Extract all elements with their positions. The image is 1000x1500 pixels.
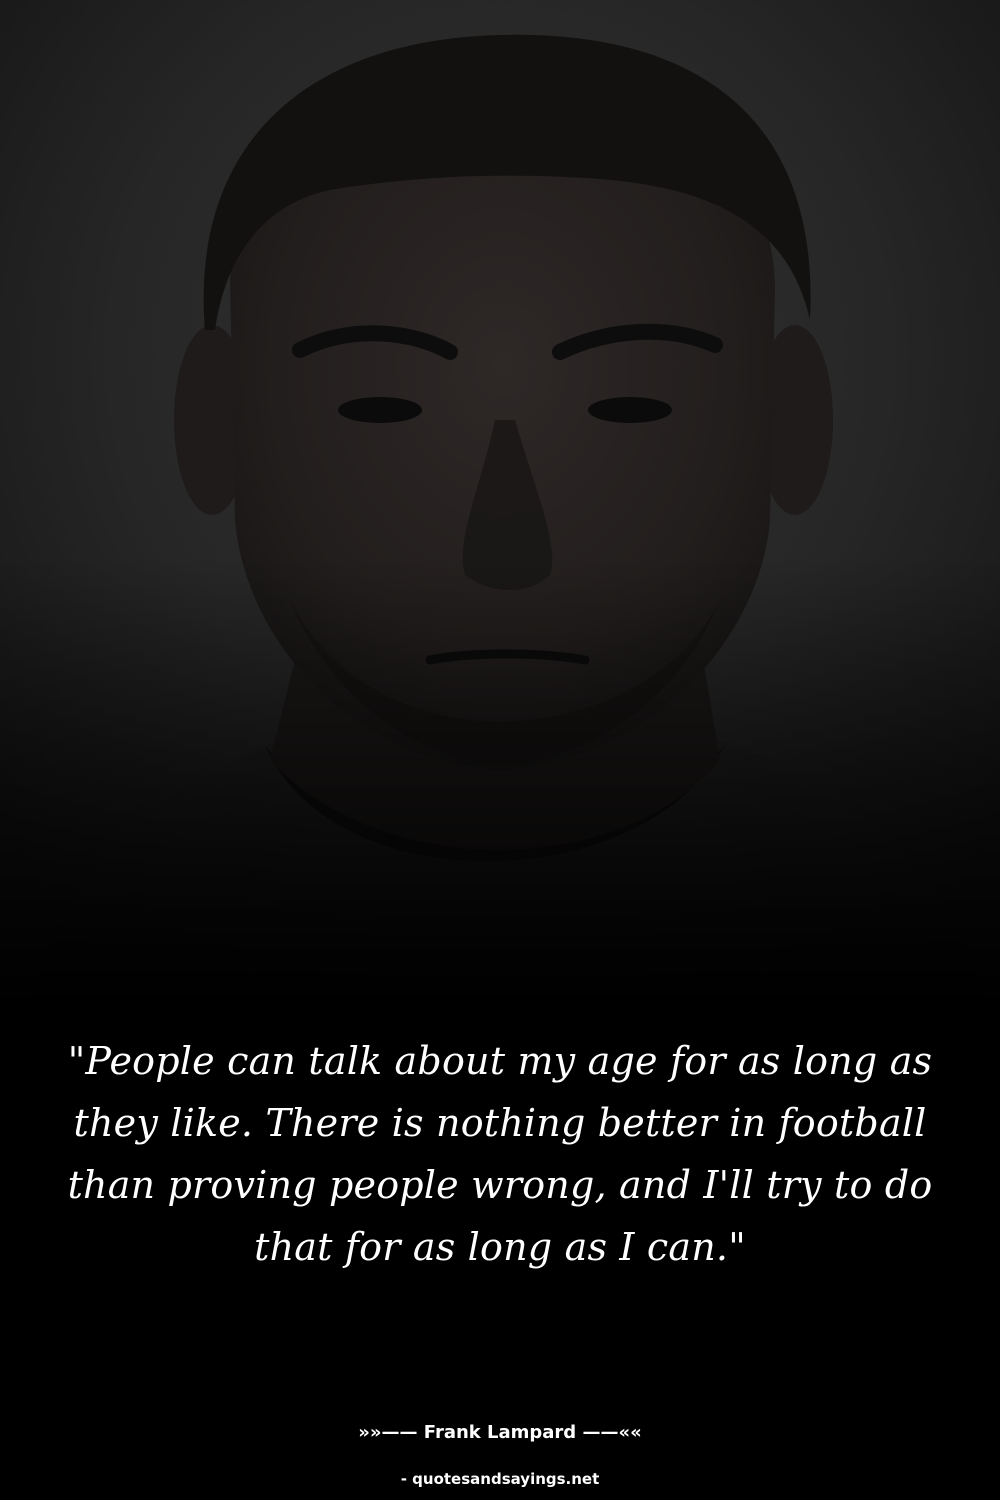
photo-fade-overlay xyxy=(0,0,1000,1010)
source-credit: - quotesandsayings.net xyxy=(400,1470,600,1488)
author-attribution: »»—— Frank Lampard ——«« xyxy=(358,1422,642,1443)
quote-card: "People can talk about my age for as lon… xyxy=(0,0,1000,1500)
quote-text: "People can talk about my age for as lon… xyxy=(67,1039,933,1269)
